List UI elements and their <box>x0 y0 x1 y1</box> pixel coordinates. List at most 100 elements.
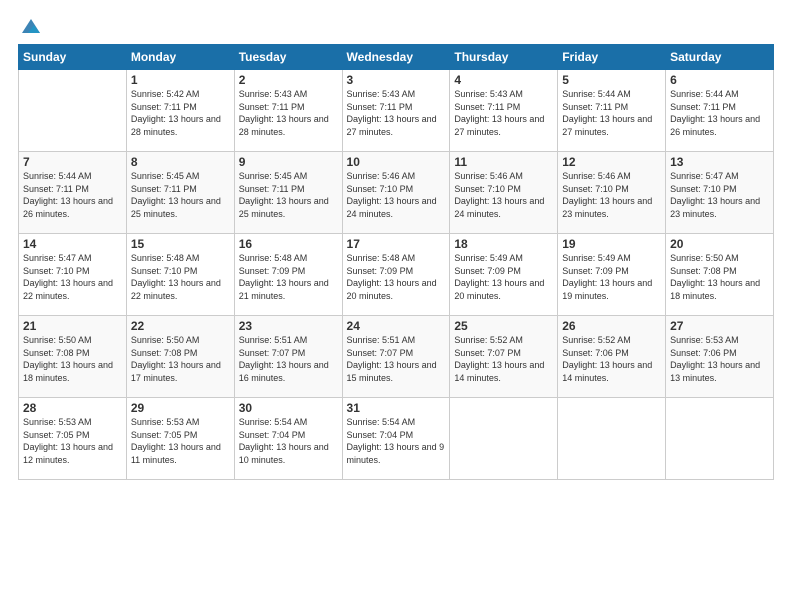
day-info: Sunrise: 5:51 AMSunset: 7:07 PMDaylight:… <box>347 334 446 384</box>
day-info: Sunrise: 5:49 AMSunset: 7:09 PMDaylight:… <box>454 252 553 302</box>
day-number: 17 <box>347 237 446 251</box>
day-cell: 6Sunrise: 5:44 AMSunset: 7:11 PMDaylight… <box>666 70 774 152</box>
day-number: 15 <box>131 237 230 251</box>
day-number: 30 <box>239 401 338 415</box>
day-cell: 5Sunrise: 5:44 AMSunset: 7:11 PMDaylight… <box>558 70 666 152</box>
day-cell: 18Sunrise: 5:49 AMSunset: 7:09 PMDayligh… <box>450 234 558 316</box>
week-row-4: 21Sunrise: 5:50 AMSunset: 7:08 PMDayligh… <box>19 316 774 398</box>
day-number: 5 <box>562 73 661 87</box>
day-number: 23 <box>239 319 338 333</box>
day-info: Sunrise: 5:53 AMSunset: 7:05 PMDaylight:… <box>23 416 122 466</box>
day-cell: 30Sunrise: 5:54 AMSunset: 7:04 PMDayligh… <box>234 398 342 480</box>
day-info: Sunrise: 5:48 AMSunset: 7:10 PMDaylight:… <box>131 252 230 302</box>
day-number: 24 <box>347 319 446 333</box>
day-number: 14 <box>23 237 122 251</box>
day-info: Sunrise: 5:49 AMSunset: 7:09 PMDaylight:… <box>562 252 661 302</box>
day-number: 22 <box>131 319 230 333</box>
day-number: 13 <box>670 155 769 169</box>
page: SundayMondayTuesdayWednesdayThursdayFrid… <box>0 0 792 612</box>
day-cell: 23Sunrise: 5:51 AMSunset: 7:07 PMDayligh… <box>234 316 342 398</box>
day-number: 2 <box>239 73 338 87</box>
day-cell: 16Sunrise: 5:48 AMSunset: 7:09 PMDayligh… <box>234 234 342 316</box>
day-cell: 12Sunrise: 5:46 AMSunset: 7:10 PMDayligh… <box>558 152 666 234</box>
day-number: 10 <box>347 155 446 169</box>
day-number: 8 <box>131 155 230 169</box>
day-cell <box>666 398 774 480</box>
day-number: 20 <box>670 237 769 251</box>
day-info: Sunrise: 5:52 AMSunset: 7:07 PMDaylight:… <box>454 334 553 384</box>
day-number: 1 <box>131 73 230 87</box>
day-info: Sunrise: 5:45 AMSunset: 7:11 PMDaylight:… <box>131 170 230 220</box>
day-info: Sunrise: 5:50 AMSunset: 7:08 PMDaylight:… <box>131 334 230 384</box>
day-number: 31 <box>347 401 446 415</box>
header-cell-sunday: Sunday <box>19 45 127 70</box>
day-cell: 8Sunrise: 5:45 AMSunset: 7:11 PMDaylight… <box>126 152 234 234</box>
day-cell <box>558 398 666 480</box>
day-cell: 3Sunrise: 5:43 AMSunset: 7:11 PMDaylight… <box>342 70 450 152</box>
day-number: 4 <box>454 73 553 87</box>
day-info: Sunrise: 5:52 AMSunset: 7:06 PMDaylight:… <box>562 334 661 384</box>
day-number: 3 <box>347 73 446 87</box>
day-number: 18 <box>454 237 553 251</box>
day-info: Sunrise: 5:53 AMSunset: 7:05 PMDaylight:… <box>131 416 230 466</box>
header-cell-tuesday: Tuesday <box>234 45 342 70</box>
day-cell: 31Sunrise: 5:54 AMSunset: 7:04 PMDayligh… <box>342 398 450 480</box>
day-cell: 14Sunrise: 5:47 AMSunset: 7:10 PMDayligh… <box>19 234 127 316</box>
header-cell-monday: Monday <box>126 45 234 70</box>
logo <box>18 18 42 36</box>
week-row-5: 28Sunrise: 5:53 AMSunset: 7:05 PMDayligh… <box>19 398 774 480</box>
day-cell: 17Sunrise: 5:48 AMSunset: 7:09 PMDayligh… <box>342 234 450 316</box>
logo-icon <box>20 17 42 35</box>
day-cell: 26Sunrise: 5:52 AMSunset: 7:06 PMDayligh… <box>558 316 666 398</box>
day-info: Sunrise: 5:53 AMSunset: 7:06 PMDaylight:… <box>670 334 769 384</box>
day-info: Sunrise: 5:44 AMSunset: 7:11 PMDaylight:… <box>23 170 122 220</box>
day-cell: 20Sunrise: 5:50 AMSunset: 7:08 PMDayligh… <box>666 234 774 316</box>
day-number: 29 <box>131 401 230 415</box>
day-cell: 10Sunrise: 5:46 AMSunset: 7:10 PMDayligh… <box>342 152 450 234</box>
calendar-table: SundayMondayTuesdayWednesdayThursdayFrid… <box>18 44 774 480</box>
day-cell: 25Sunrise: 5:52 AMSunset: 7:07 PMDayligh… <box>450 316 558 398</box>
day-info: Sunrise: 5:42 AMSunset: 7:11 PMDaylight:… <box>131 88 230 138</box>
day-info: Sunrise: 5:54 AMSunset: 7:04 PMDaylight:… <box>347 416 446 466</box>
day-number: 7 <box>23 155 122 169</box>
day-info: Sunrise: 5:54 AMSunset: 7:04 PMDaylight:… <box>239 416 338 466</box>
day-cell: 1Sunrise: 5:42 AMSunset: 7:11 PMDaylight… <box>126 70 234 152</box>
week-row-1: 1Sunrise: 5:42 AMSunset: 7:11 PMDaylight… <box>19 70 774 152</box>
day-cell: 9Sunrise: 5:45 AMSunset: 7:11 PMDaylight… <box>234 152 342 234</box>
day-cell: 27Sunrise: 5:53 AMSunset: 7:06 PMDayligh… <box>666 316 774 398</box>
day-info: Sunrise: 5:44 AMSunset: 7:11 PMDaylight:… <box>670 88 769 138</box>
header-row: SundayMondayTuesdayWednesdayThursdayFrid… <box>19 45 774 70</box>
week-row-3: 14Sunrise: 5:47 AMSunset: 7:10 PMDayligh… <box>19 234 774 316</box>
header-cell-thursday: Thursday <box>450 45 558 70</box>
day-info: Sunrise: 5:48 AMSunset: 7:09 PMDaylight:… <box>239 252 338 302</box>
day-info: Sunrise: 5:47 AMSunset: 7:10 PMDaylight:… <box>23 252 122 302</box>
day-number: 21 <box>23 319 122 333</box>
header <box>18 18 774 36</box>
day-number: 9 <box>239 155 338 169</box>
day-info: Sunrise: 5:50 AMSunset: 7:08 PMDaylight:… <box>23 334 122 384</box>
day-cell <box>450 398 558 480</box>
day-info: Sunrise: 5:45 AMSunset: 7:11 PMDaylight:… <box>239 170 338 220</box>
day-info: Sunrise: 5:47 AMSunset: 7:10 PMDaylight:… <box>670 170 769 220</box>
day-cell: 11Sunrise: 5:46 AMSunset: 7:10 PMDayligh… <box>450 152 558 234</box>
day-cell: 2Sunrise: 5:43 AMSunset: 7:11 PMDaylight… <box>234 70 342 152</box>
day-info: Sunrise: 5:51 AMSunset: 7:07 PMDaylight:… <box>239 334 338 384</box>
day-cell: 28Sunrise: 5:53 AMSunset: 7:05 PMDayligh… <box>19 398 127 480</box>
day-info: Sunrise: 5:46 AMSunset: 7:10 PMDaylight:… <box>454 170 553 220</box>
logo-text <box>18 18 42 36</box>
day-cell: 7Sunrise: 5:44 AMSunset: 7:11 PMDaylight… <box>19 152 127 234</box>
day-cell: 24Sunrise: 5:51 AMSunset: 7:07 PMDayligh… <box>342 316 450 398</box>
day-number: 27 <box>670 319 769 333</box>
day-cell <box>19 70 127 152</box>
day-number: 6 <box>670 73 769 87</box>
day-info: Sunrise: 5:43 AMSunset: 7:11 PMDaylight:… <box>239 88 338 138</box>
day-number: 28 <box>23 401 122 415</box>
header-cell-friday: Friday <box>558 45 666 70</box>
week-row-2: 7Sunrise: 5:44 AMSunset: 7:11 PMDaylight… <box>19 152 774 234</box>
day-cell: 19Sunrise: 5:49 AMSunset: 7:09 PMDayligh… <box>558 234 666 316</box>
day-info: Sunrise: 5:43 AMSunset: 7:11 PMDaylight:… <box>454 88 553 138</box>
day-number: 16 <box>239 237 338 251</box>
header-cell-saturday: Saturday <box>666 45 774 70</box>
day-cell: 13Sunrise: 5:47 AMSunset: 7:10 PMDayligh… <box>666 152 774 234</box>
day-info: Sunrise: 5:50 AMSunset: 7:08 PMDaylight:… <box>670 252 769 302</box>
